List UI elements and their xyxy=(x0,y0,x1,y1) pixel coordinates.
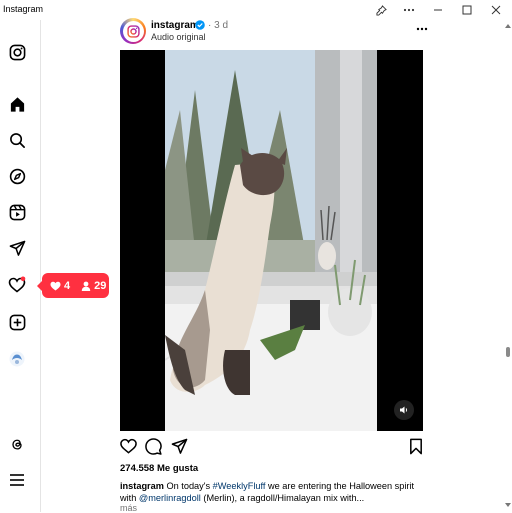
instagram-avatar-icon xyxy=(126,24,140,38)
maximize-button[interactable] xyxy=(453,1,481,19)
verified-badge-icon xyxy=(195,20,205,30)
instagram-logo-icon xyxy=(9,44,25,60)
post-options-button[interactable] xyxy=(412,22,432,36)
post-avatar[interactable] xyxy=(120,18,146,44)
comment-button[interactable] xyxy=(143,436,163,456)
nav-search[interactable] xyxy=(6,129,28,151)
volume-icon xyxy=(400,406,408,414)
nav-create[interactable] xyxy=(6,311,28,333)
pin-icon xyxy=(375,4,387,16)
nav-home[interactable] xyxy=(6,93,28,115)
close-button[interactable] xyxy=(482,1,510,19)
ellipsis-icon xyxy=(403,8,415,12)
nav-notifications[interactable] xyxy=(6,274,28,296)
share-button[interactable] xyxy=(169,436,189,456)
caption-mention[interactable]: @merlinragdoll xyxy=(139,493,201,503)
post-header: instagram · 3 d Audio original xyxy=(118,16,428,48)
nav-profile[interactable] xyxy=(6,348,28,370)
followers-count: 29 xyxy=(94,279,107,292)
minimize-icon xyxy=(434,9,442,11)
post-time: · 3 d xyxy=(208,20,229,31)
comment-icon xyxy=(144,437,162,455)
search-icon xyxy=(9,132,25,148)
post-video[interactable] xyxy=(120,50,423,431)
threads-icon xyxy=(12,439,22,450)
likes-count-text[interactable]: 274.558 Me gusta xyxy=(120,463,198,474)
post-caption: instagram On today's #WeeklyFluff we are… xyxy=(120,480,420,504)
minimize-button[interactable] xyxy=(424,1,452,19)
bookmark-icon xyxy=(410,438,422,454)
cat-video-frame xyxy=(165,50,377,431)
notifications-icon xyxy=(8,276,26,293)
scrollbar-thumb[interactable] xyxy=(506,347,510,357)
heart-icon xyxy=(119,438,137,454)
scrollbar[interactable] xyxy=(503,20,512,512)
messages-icon xyxy=(9,240,25,256)
caption-text-1: On today's xyxy=(163,481,213,491)
close-icon xyxy=(491,5,501,15)
maximize-icon xyxy=(462,5,472,15)
scroll-up-arrow-icon[interactable] xyxy=(505,23,511,29)
caption-hashtag[interactable]: #WeeklyFluff xyxy=(213,481,266,491)
profile-avatar-icon xyxy=(9,351,25,367)
reels-icon xyxy=(9,204,25,220)
nav-reels[interactable] xyxy=(6,201,28,223)
share-icon xyxy=(171,438,187,454)
scroll-down-arrow-icon[interactable] xyxy=(505,502,511,508)
nav-menu[interactable] xyxy=(6,469,28,491)
instagram-logo-button[interactable] xyxy=(6,41,28,63)
app-title: Instagram xyxy=(3,4,44,14)
heart-icon xyxy=(50,281,61,291)
nav-threads[interactable] xyxy=(6,433,28,455)
person-icon xyxy=(81,281,91,291)
mute-button[interactable] xyxy=(394,400,414,420)
post-actions xyxy=(118,436,428,458)
menu-icon xyxy=(10,474,24,486)
home-icon xyxy=(10,96,24,112)
nav-explore[interactable] xyxy=(6,165,28,187)
likes-count: 4 xyxy=(64,279,71,292)
explore-icon xyxy=(9,168,25,184)
notifications-popup[interactable]: 4 29 xyxy=(37,273,109,298)
sidebar xyxy=(0,20,41,512)
caption-username[interactable]: instagram xyxy=(120,481,164,491)
caption-text-3: (Merlin), a ragdoll/Himalayan mix with..… xyxy=(200,493,365,503)
create-icon xyxy=(9,314,25,330)
save-button[interactable] xyxy=(406,436,426,456)
nav-messages[interactable] xyxy=(6,237,28,259)
post-audio[interactable]: Audio original xyxy=(151,32,206,42)
like-button[interactable] xyxy=(118,436,138,456)
post-username[interactable]: instagram xyxy=(151,20,199,31)
ellipsis-icon xyxy=(416,27,428,31)
